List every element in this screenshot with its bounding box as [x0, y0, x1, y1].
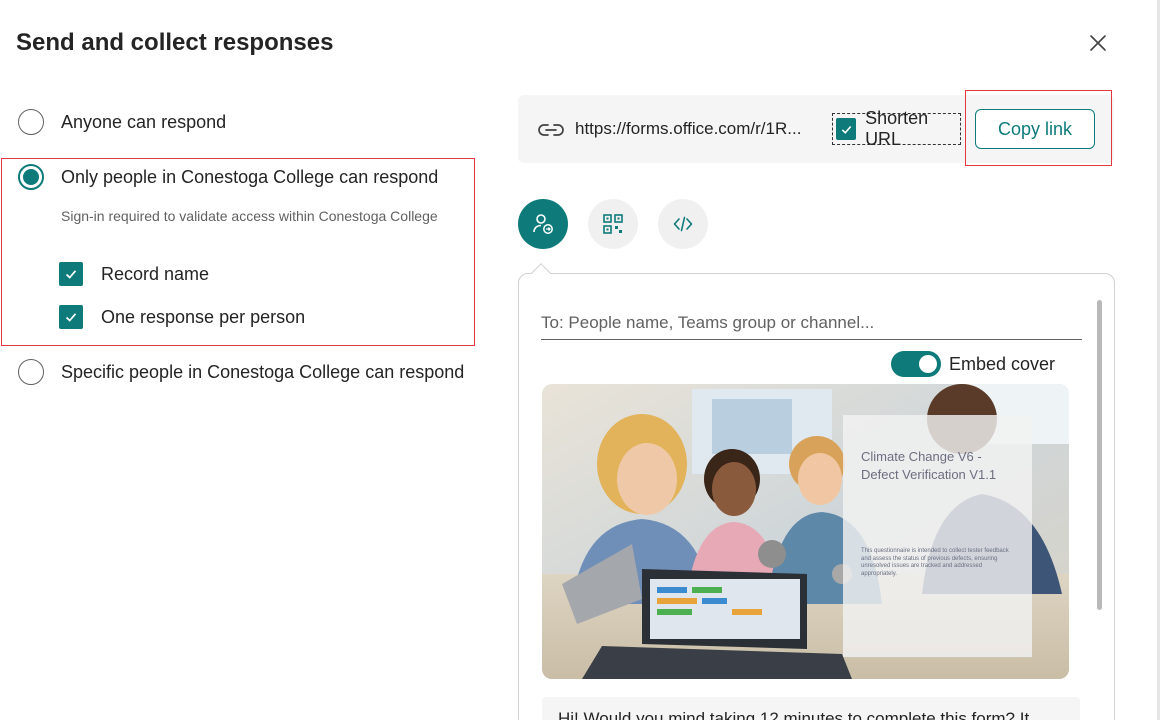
one-response-option[interactable]: One response per person — [59, 305, 305, 329]
cover-title: Climate Change V6 - Defect Verification … — [861, 449, 997, 482]
embed-cover-toggle[interactable] — [891, 351, 941, 377]
shorten-url-checkbox[interactable] — [836, 118, 857, 140]
embed-code-button[interactable] — [658, 199, 708, 249]
message-field[interactable]: Hi! Would you mind taking 12 minutes to … — [542, 697, 1080, 720]
one-response-checkbox[interactable] — [59, 305, 83, 329]
shorten-url-label: Shorten URL — [865, 108, 929, 149]
radio-organization[interactable] — [18, 164, 44, 190]
option-organization[interactable]: Only people in Conestoga College can res… — [18, 164, 438, 190]
sign-in-hint: Sign-in required to validate access with… — [61, 208, 438, 224]
embed-cover-label: Embed cover — [949, 353, 1056, 374]
form-url[interactable]: https://forms.office.com/r/1R... — [575, 119, 820, 139]
record-name-label: Record name — [101, 263, 210, 284]
checkmark-icon — [841, 125, 851, 134]
embed-cover-row[interactable]: Embed cover — [891, 351, 1055, 377]
shorten-url-toggle[interactable]: Shorten URL — [832, 108, 961, 149]
checkmark-icon — [65, 270, 77, 279]
close-icon — [1090, 35, 1106, 51]
close-button[interactable] — [1084, 29, 1112, 57]
option-anyone-label: Anyone can respond — [61, 111, 227, 132]
link-icon — [538, 124, 564, 136]
send-responses-dialog: Send and collect responses Anyone can re… — [0, 0, 1160, 720]
radio-anyone[interactable] — [18, 109, 44, 135]
one-response-label: One response per person — [101, 306, 306, 327]
embed-code-icon — [673, 216, 693, 232]
radio-specific[interactable] — [18, 359, 44, 385]
qr-code-button[interactable] — [588, 199, 638, 249]
panel-scrollbar[interactable] — [1097, 300, 1102, 610]
record-name-option[interactable]: Record name — [59, 262, 209, 286]
option-specific[interactable]: Specific people in Conestoga College can… — [18, 359, 464, 385]
qr-code-icon — [603, 214, 623, 234]
checkmark-icon — [65, 313, 77, 322]
cover-description: This questionnaire is intended to collec… — [861, 548, 1009, 577]
record-name-checkbox[interactable] — [59, 262, 83, 286]
option-organization-label: Only people in Conestoga College can res… — [61, 166, 439, 187]
copy-link-button[interactable]: Copy link — [975, 109, 1095, 149]
dialog-title: Send and collect responses — [16, 29, 334, 56]
recipients-input[interactable] — [541, 306, 1082, 340]
send-to-person-button[interactable] — [518, 199, 568, 249]
send-to-person-icon — [533, 214, 553, 234]
option-specific-label: Specific people in Conestoga College can… — [61, 361, 465, 382]
option-anyone[interactable]: Anyone can respond — [18, 109, 226, 135]
